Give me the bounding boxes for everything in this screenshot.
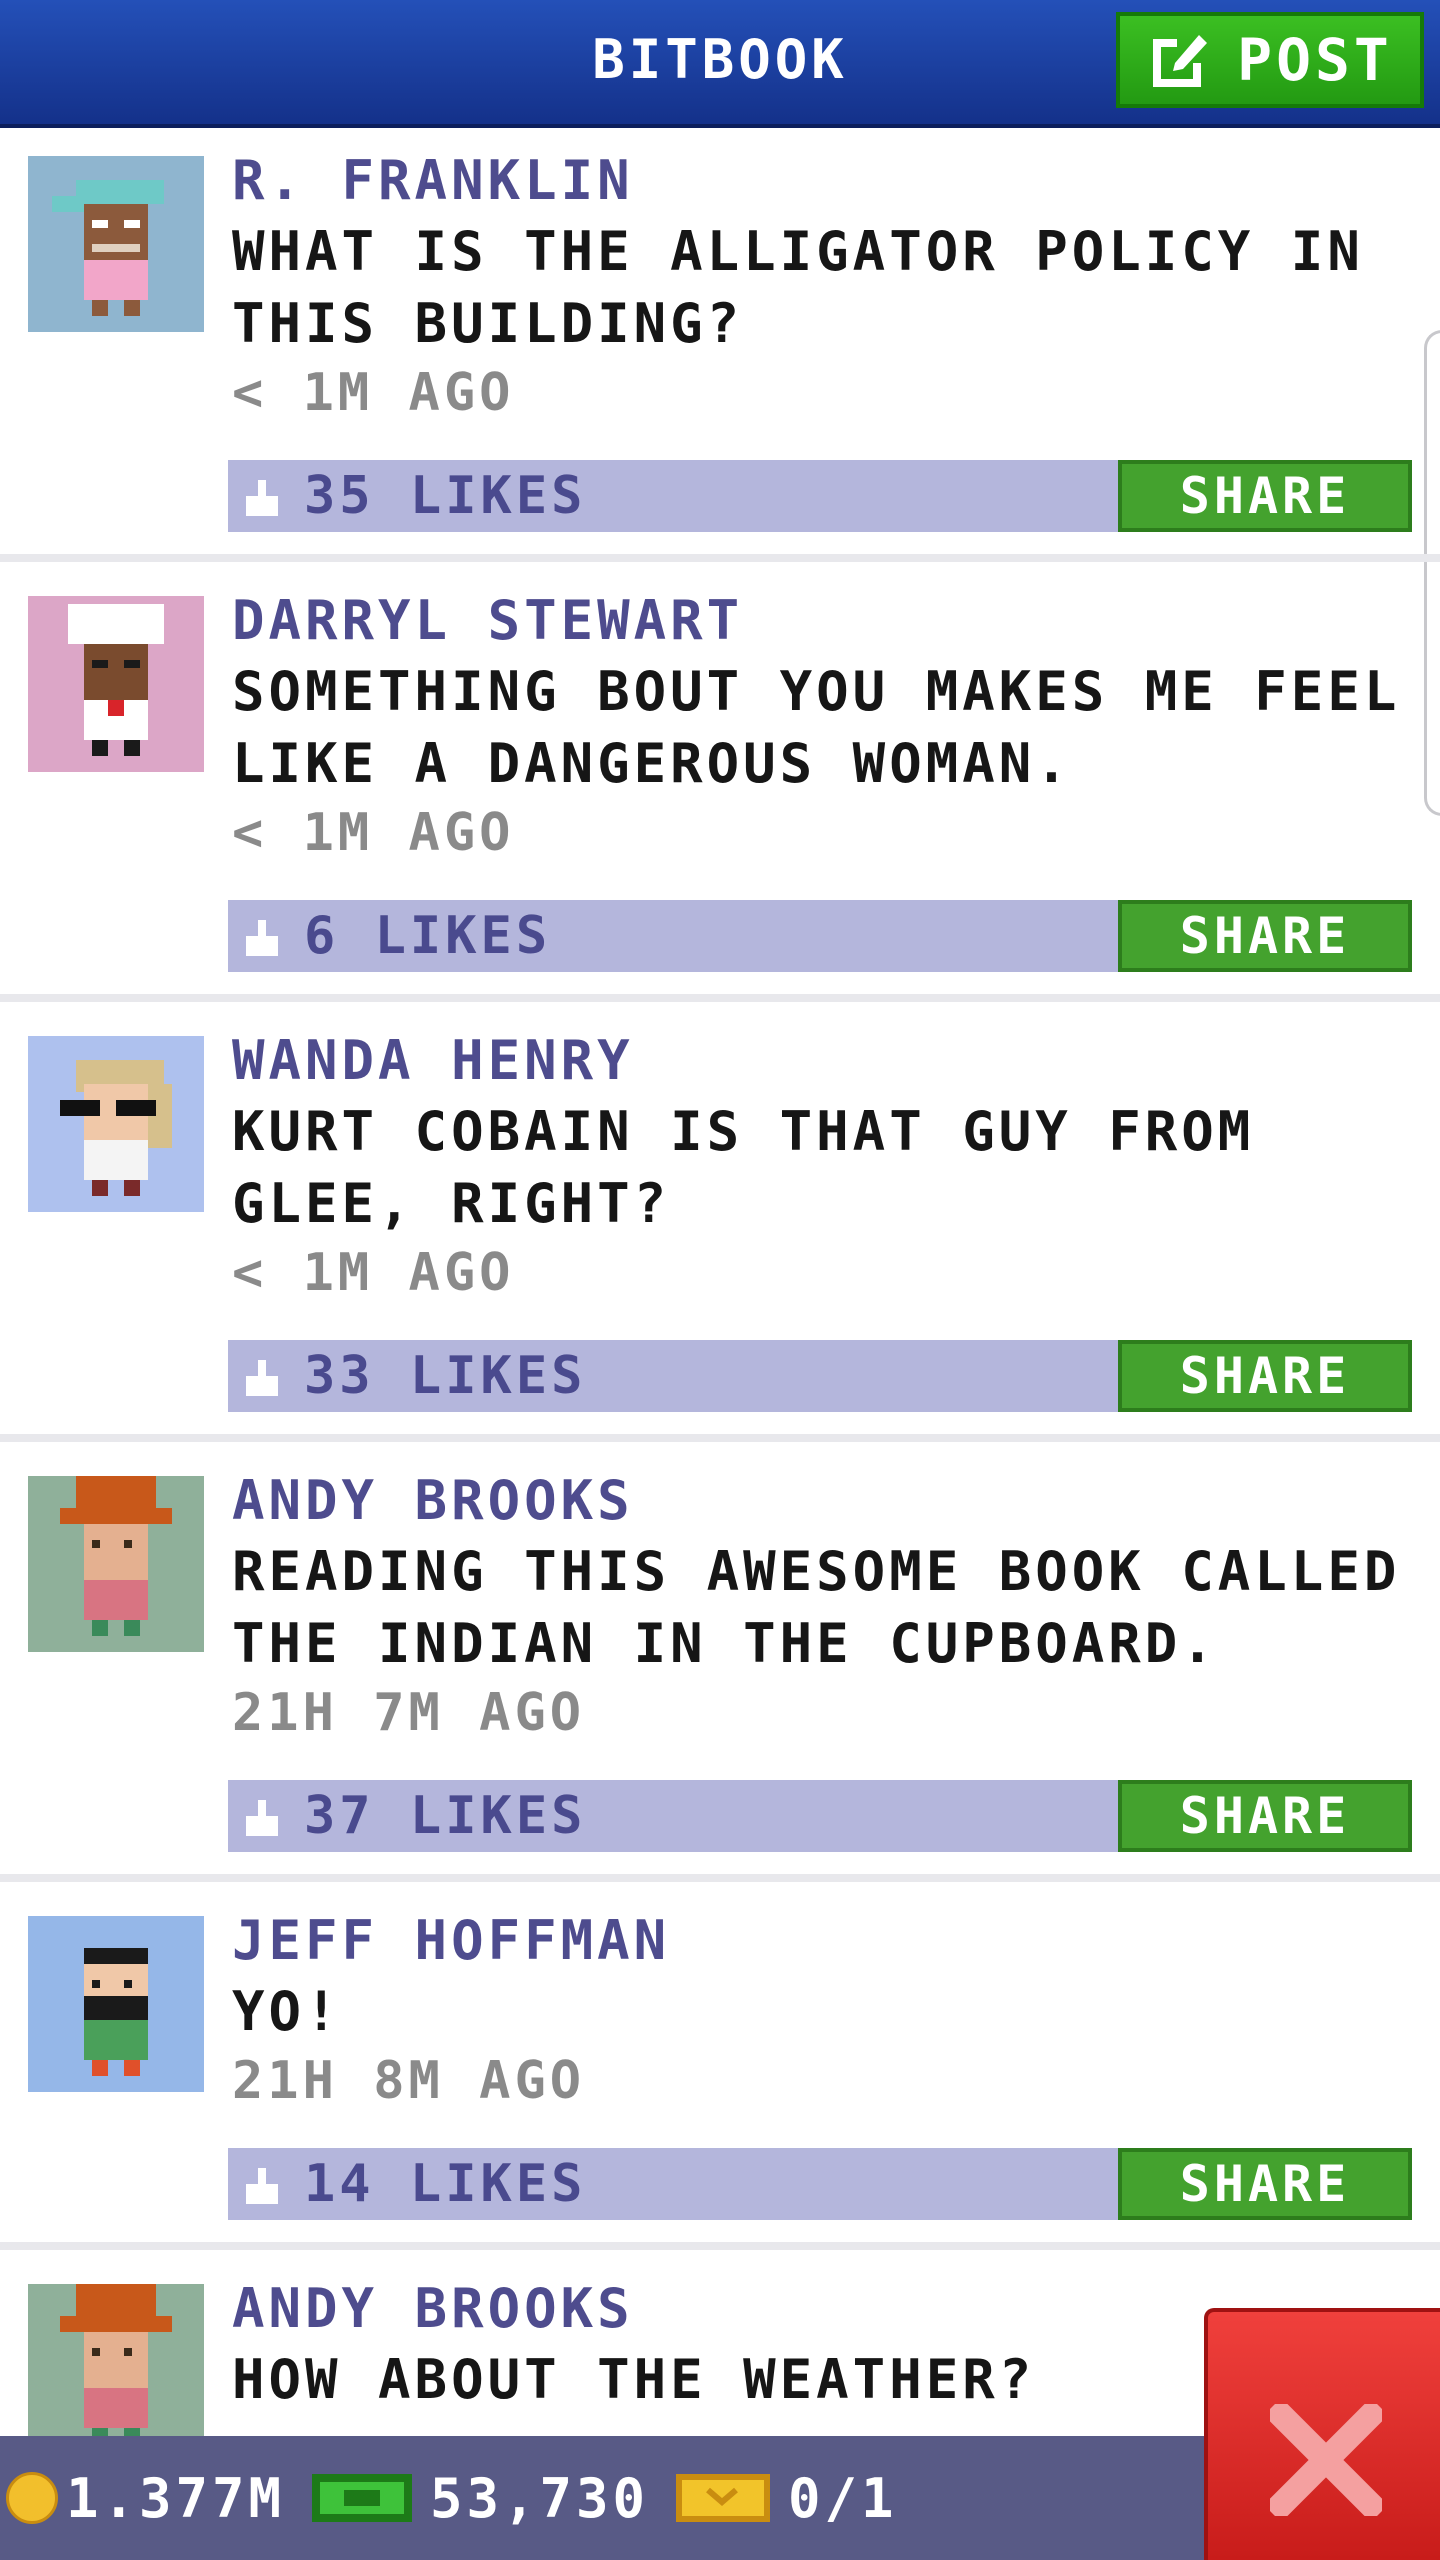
close-button[interactable] (1204, 2308, 1440, 2560)
post-button[interactable]: POST (1116, 12, 1424, 108)
share-button[interactable]: SHARE (1118, 1340, 1412, 1412)
coins-stat: 1.377M (6, 2436, 285, 2560)
avatar[interactable] (28, 1916, 204, 2092)
post-message: KURT COBAIN IS THAT GUY FROM GLEE, RIGHT… (232, 1100, 1255, 1235)
like-count: 37 LIKES (304, 1786, 587, 1846)
bux-icon (312, 2474, 412, 2522)
post-author[interactable]: WANDA HENRY (232, 1026, 634, 1096)
tickets-stat: 0/1 (676, 2436, 898, 2560)
feed-post: JEFF HOFFMAN YO! 21H 8M AGO 14 LIKES SHA… (0, 1888, 1440, 2250)
share-button[interactable]: SHARE (1118, 900, 1412, 972)
edit-icon (1153, 35, 1208, 87)
like-count: 14 LIKES (304, 2154, 587, 2214)
thumbs-up-icon[interactable] (242, 916, 282, 960)
avatar[interactable] (28, 596, 204, 772)
thumbs-up-icon[interactable] (242, 1796, 282, 1840)
like-count: 33 LIKES (304, 1346, 587, 1406)
app-header: BITBOOK POST (0, 0, 1440, 128)
like-bar: 37 LIKES SHARE (228, 1780, 1412, 1852)
avatar[interactable] (28, 1476, 204, 1652)
post-timestamp: < 1M AGO (232, 1243, 515, 1303)
share-button[interactable]: SHARE (1118, 2148, 1412, 2220)
share-button[interactable]: SHARE (1118, 460, 1412, 532)
bux-stat: 53,730 (312, 2436, 649, 2560)
like-bar: 14 LIKES SHARE (228, 2148, 1412, 2220)
like-bar: 33 LIKES SHARE (228, 1340, 1412, 1412)
post-author[interactable]: ANDY BROOKS (232, 2274, 634, 2344)
like-bar: 6 LIKES SHARE (228, 900, 1412, 972)
thumbs-up-icon[interactable] (242, 476, 282, 520)
post-message: YO! (232, 1980, 342, 2043)
avatar[interactable] (28, 1036, 204, 1212)
feed-post: WANDA HENRY KURT COBAIN IS THAT GUY FROM… (0, 1008, 1440, 1442)
bux-value: 53,730 (430, 2466, 650, 2530)
avatar[interactable] (28, 2284, 204, 2460)
post-button-label: POST (1237, 26, 1393, 94)
post-author[interactable]: ANDY BROOKS (232, 1466, 634, 1536)
post-timestamp: 21H 7M AGO (232, 1683, 586, 1743)
like-bar: 35 LIKES SHARE (228, 460, 1412, 532)
feed-post: R. FRANKLIN WHAT IS THE ALLIGATOR POLICY… (0, 128, 1440, 562)
tickets-value: 0/1 (788, 2466, 898, 2530)
post-message: SOMETHING BOUT YOU MAKES ME FEEL LIKE A … (232, 660, 1401, 795)
feed-post: DARRYL STEWART SOMETHING BOUT YOU MAKES … (0, 568, 1440, 1002)
post-message: WHAT IS THE ALLIGATOR POLICY IN THIS BUI… (232, 220, 1364, 355)
post-author[interactable]: DARRYL STEWART (232, 586, 743, 656)
like-count: 6 LIKES (304, 906, 552, 966)
close-icon (1270, 2404, 1382, 2516)
post-timestamp: < 1M AGO (232, 803, 515, 863)
thumbs-up-icon[interactable] (242, 1356, 282, 1400)
thumbs-up-icon[interactable] (242, 2164, 282, 2208)
post-timestamp: < 1M AGO (232, 363, 515, 423)
coin-icon (6, 2472, 58, 2524)
share-button[interactable]: SHARE (1118, 1780, 1412, 1852)
ticket-icon (676, 2474, 770, 2522)
post-message: READING THIS AWESOME BOOK CALLED THE IND… (232, 1540, 1401, 1675)
avatar[interactable] (28, 156, 204, 332)
post-author[interactable]: R. FRANKLIN (232, 146, 634, 216)
coins-value: 1.377M (66, 2466, 286, 2530)
feed-post: ANDY BROOKS READING THIS AWESOME BOOK CA… (0, 1448, 1440, 1882)
post-timestamp: 21H 8M AGO (232, 2051, 586, 2111)
post-author[interactable]: JEFF HOFFMAN (232, 1906, 670, 1976)
like-count: 35 LIKES (304, 466, 587, 526)
